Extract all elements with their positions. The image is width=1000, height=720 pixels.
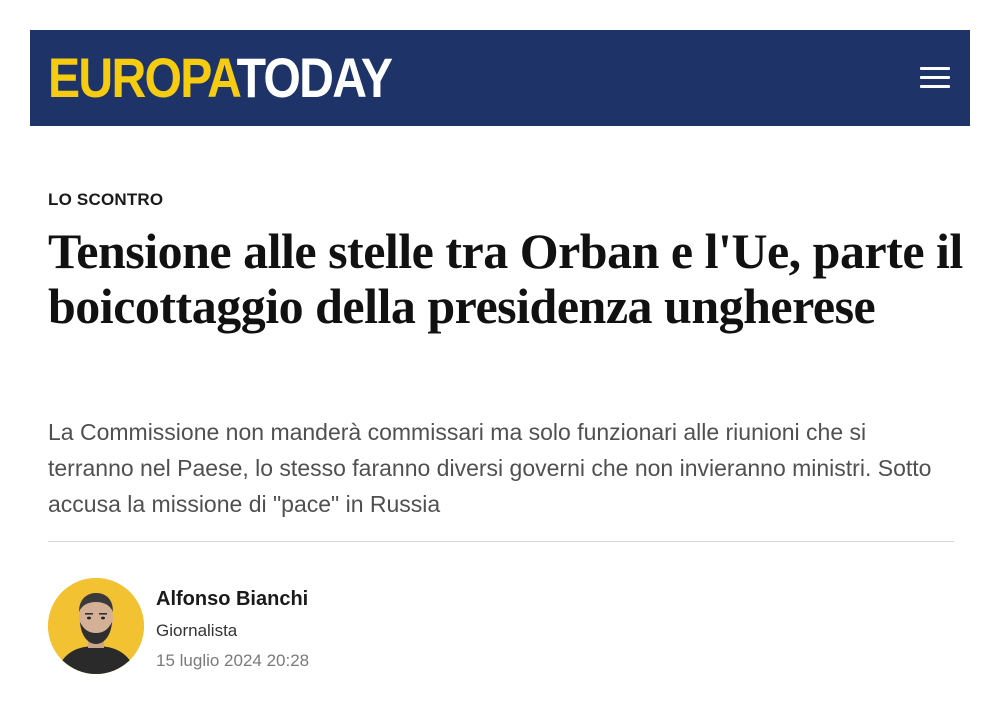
article-kicker[interactable]: LO SCONTRO [48, 190, 163, 210]
publish-date: 15 luglio 2024 20:28 [156, 651, 310, 670]
site-header: EUROPATODAY [30, 30, 970, 126]
menu-line [920, 76, 950, 79]
author-block: Alfonso Bianchi Giornalista 15 luglio 20… [48, 578, 648, 678]
article-summary: La Commissione non manderà commissari ma… [48, 419, 932, 517]
author-avatar[interactable] [48, 578, 144, 674]
avatar-portrait-icon [48, 578, 144, 674]
hamburger-menu-icon[interactable] [920, 66, 952, 90]
site-logo[interactable]: EUROPATODAY [48, 46, 393, 109]
author-role: Giornalista [156, 621, 238, 640]
divider [48, 541, 954, 542]
author-name[interactable]: Alfonso Bianchi [156, 588, 308, 611]
article-headline: Tensione alle stelle tra Orban e l'Ue, p… [48, 223, 963, 334]
logo-text-today: TODAY [236, 46, 393, 109]
menu-line [920, 67, 950, 70]
logo-text-europa: EUROPA [48, 46, 238, 109]
menu-line [920, 85, 950, 88]
